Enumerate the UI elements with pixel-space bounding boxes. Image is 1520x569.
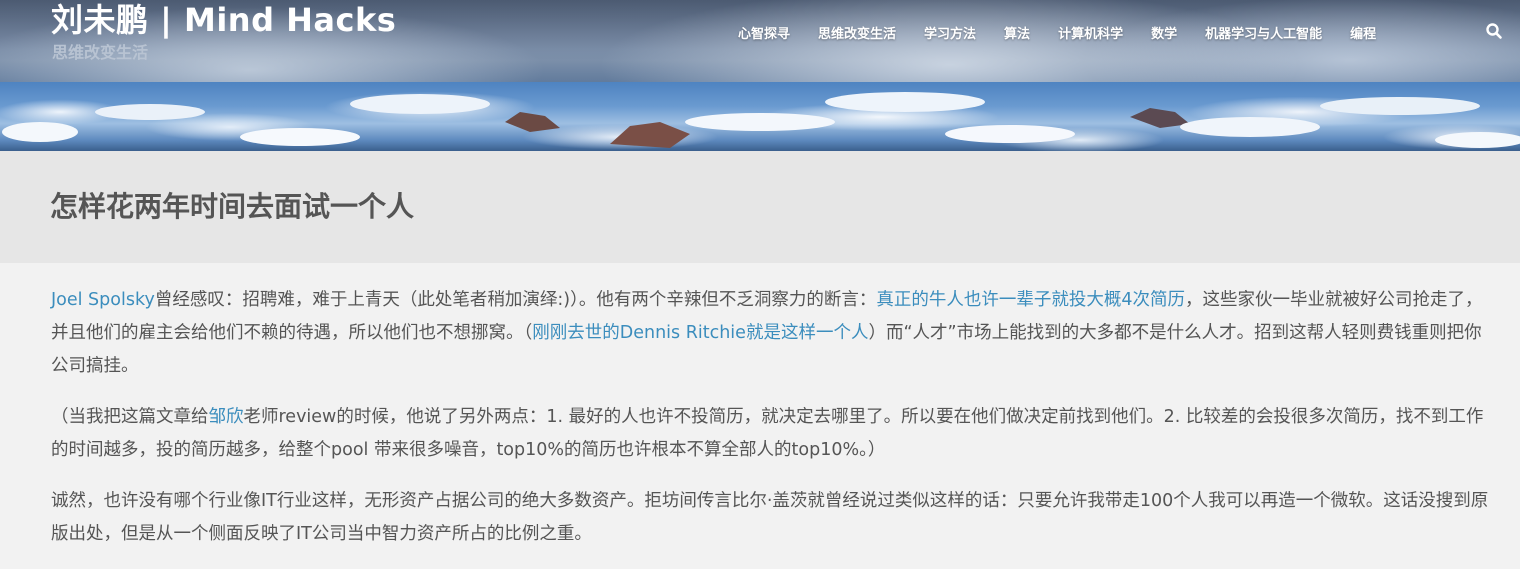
page-title: 怎样花两年时间去面试一个人 [50,190,415,223]
header-landscape-decoration [2,92,1520,148]
nav-item-thinking-changes-life[interactable]: 思维改变生活 [818,23,896,42]
paragraph-3: 诚然，也许没有哪个行业像IT行业这样，无形资产占据公司的绝大多数资产。拒坊间传言… [51,485,1496,551]
nav-item-mathematics[interactable]: 数学 [1151,23,1177,42]
search-icon[interactable] [1485,22,1503,40]
nav-item-computer-science[interactable]: 计算机科学 [1058,23,1123,42]
site-tagline: 思维改变生活 [52,43,149,62]
paragraph-3-text: 诚然，也许没有哪个行业像IT行业这样，无形资产占据公司的绝大多数资产。拒坊间传言… [51,491,1489,544]
link-joel-spolsky[interactable]: Joel Spolsky [51,290,155,310]
paragraph-2-text-b: 老师review的时候，他说了另外两点：1. 最好的人也许不投简历，就决定去哪里… [51,407,1484,460]
main-nav: 心智探寻 思维改变生活 学习方法 算法 计算机科学 数学 机器学习与人工智能 编… [738,22,1404,42]
title-band: 怎样花两年时间去面试一个人 [0,151,1520,263]
link-four-resumes[interactable]: 真正的牛人也许一辈子就投大概4次简历 [876,290,1185,310]
nav-item-learning-methods[interactable]: 学习方法 [924,23,976,42]
nav-item-programming[interactable]: 编程 [1350,23,1376,42]
link-zou-xin[interactable]: 邹欣 [209,407,244,427]
site-title[interactable]: 刘未鹏 | Mind Hacks [51,0,396,40]
nav-item-mind-exploration[interactable]: 心智探寻 [738,23,790,42]
link-dennis-ritchie[interactable]: 刚刚去世的Dennis Ritchie就是这样一个人 [532,323,868,343]
paragraph-2-text-a: （当我把这篇文章给 [51,407,209,427]
paragraph-1: Joel Spolsky曾经感叹：招聘难，难于上青天（此处笔者稍加演绎:)）。他… [51,284,1496,383]
paragraph-2: （当我把这篇文章给邹欣老师review的时候，他说了另外两点：1. 最好的人也许… [51,401,1496,467]
article-body: Joel Spolsky曾经感叹：招聘难，难于上青天（此处笔者稍加演绎:)）。他… [51,284,1496,569]
nav-item-algorithms[interactable]: 算法 [1004,23,1030,42]
nav-item-machine-learning-ai[interactable]: 机器学习与人工智能 [1205,23,1322,42]
site-header: 刘未鹏 | Mind Hacks 思维改变生活 心智探寻 思维改变生活 学习方法… [0,0,1520,151]
paragraph-1-text-a: 曾经感叹：招聘难，难于上青天（此处笔者稍加演绎:)）。他有两个辛辣但不乏洞察力的… [154,290,877,310]
